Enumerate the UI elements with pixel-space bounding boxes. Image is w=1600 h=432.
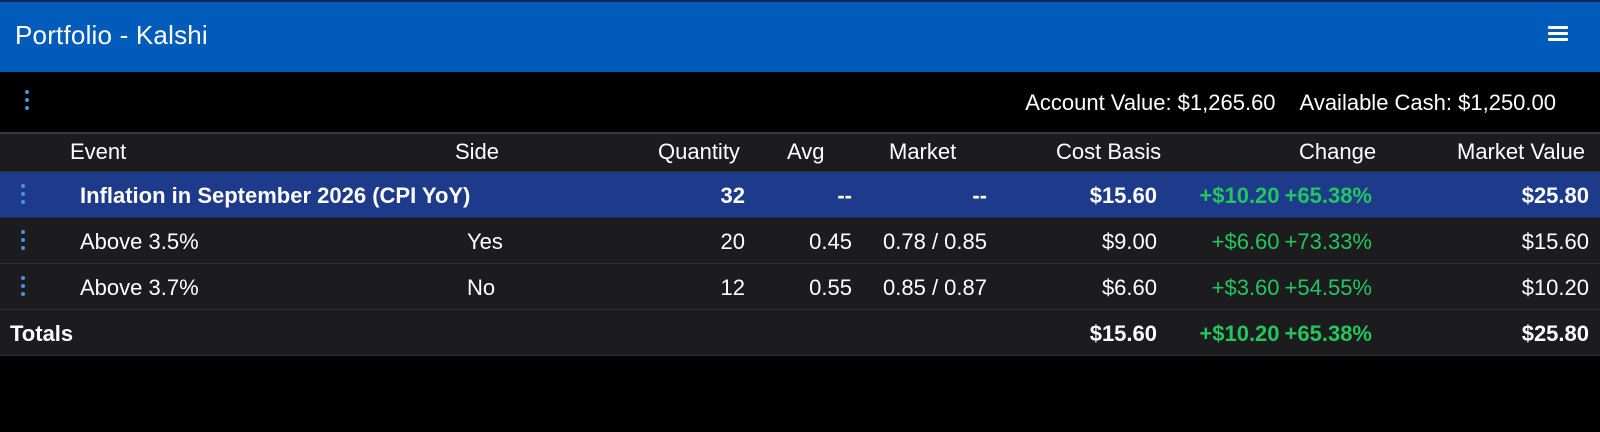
totals-change: +$10.20 +65.38% — [1199, 321, 1372, 347]
position-quantity: 20 — [720, 229, 745, 254]
column-header-market[interactable]: Market — [889, 139, 956, 165]
position-change-percent: +73.33% — [1284, 229, 1372, 254]
hamburger-menu-icon[interactable] — [1548, 26, 1568, 42]
position-market-value: $10.20 — [1521, 275, 1589, 300]
position-side: Yes — [467, 229, 503, 254]
position-avg: 0.55 — [809, 275, 852, 300]
totals-change-amount: +$10.20 — [1199, 321, 1280, 346]
position-avg: 0.45 — [809, 229, 852, 254]
group-event-name: Inflation in September 2026 (CPI YoY) — [80, 183, 471, 208]
position-change-amount: +$3.60 — [1211, 275, 1280, 300]
page-title: Portfolio - Kalshi — [15, 20, 208, 50]
account-summary: Account Value: $1,265.60 Available Cash: … — [1025, 90, 1556, 116]
position-change: +$6.60 +73.33% — [1212, 229, 1372, 255]
totals-label: Totals — [10, 321, 74, 346]
column-header-market-value[interactable]: Market Value — [1457, 139, 1585, 165]
available-cash: Available Cash: $1,250.00 — [1299, 90, 1556, 115]
group-cost-basis: $15.60 — [1089, 183, 1157, 208]
column-header-avg[interactable]: Avg — [787, 139, 825, 165]
position-row[interactable]: Above 3.7% No 12 0.55 0.85 / 0.87 $6.60 … — [0, 264, 1600, 310]
group-options-icon[interactable] — [20, 183, 26, 205]
totals-row: Totals $15.60 +$10.20 +65.38% $25.80 — [0, 310, 1600, 356]
group-market-value: $25.80 — [1521, 183, 1589, 208]
group-avg: -- — [837, 183, 852, 208]
group-change: +$10.20 +65.38% — [1199, 183, 1372, 209]
column-header-quantity[interactable]: Quantity — [658, 139, 740, 165]
positions-table: Event Side Quantity Avg Market Cost Basi… — [0, 134, 1600, 356]
row-options-icon[interactable] — [20, 275, 26, 297]
totals-market-value: $25.80 — [1521, 321, 1589, 346]
group-change-amount: +$10.20 — [1199, 183, 1280, 208]
account-summary-bar: Account Value: $1,265.60 Available Cash: … — [0, 72, 1600, 134]
row-options-icon[interactable] — [20, 229, 26, 251]
position-change-percent: +54.55% — [1284, 275, 1372, 300]
column-header-event[interactable]: Event — [70, 139, 126, 165]
position-event: Above 3.7% — [80, 275, 199, 300]
position-row[interactable]: Above 3.5% Yes 20 0.45 0.78 / 0.85 $9.00… — [0, 218, 1600, 264]
group-quantity: 32 — [720, 183, 745, 208]
position-cost-basis: $9.00 — [1101, 229, 1157, 254]
position-event: Above 3.5% — [80, 229, 199, 254]
position-market: 0.85 / 0.87 — [883, 275, 987, 300]
summary-options-icon[interactable] — [24, 89, 30, 111]
position-quantity: 12 — [720, 275, 745, 300]
app-header: Portfolio - Kalshi — [0, 0, 1600, 72]
portfolio-app: Portfolio - Kalshi Account Value: $1,265… — [0, 0, 1600, 432]
group-market: -- — [972, 183, 987, 208]
position-change: +$3.60 +54.55% — [1212, 275, 1372, 301]
position-change-amount: +$6.60 — [1211, 229, 1280, 254]
column-header-cost-basis[interactable]: Cost Basis — [1056, 139, 1161, 165]
position-market: 0.78 / 0.85 — [883, 229, 987, 254]
event-group-row[interactable]: Inflation in September 2026 (CPI YoY) 32… — [0, 172, 1600, 218]
totals-cost-basis: $15.60 — [1089, 321, 1157, 346]
column-header-change[interactable]: Change — [1299, 139, 1376, 165]
totals-change-percent: +65.38% — [1284, 321, 1372, 346]
group-change-percent: +65.38% — [1284, 183, 1372, 208]
account-value: Account Value: $1,265.60 — [1025, 90, 1276, 115]
table-header-row: Event Side Quantity Avg Market Cost Basi… — [0, 134, 1600, 172]
position-side: No — [467, 275, 496, 300]
column-header-side[interactable]: Side — [455, 139, 499, 165]
position-cost-basis: $6.60 — [1101, 275, 1157, 300]
position-market-value: $15.60 — [1521, 229, 1589, 254]
